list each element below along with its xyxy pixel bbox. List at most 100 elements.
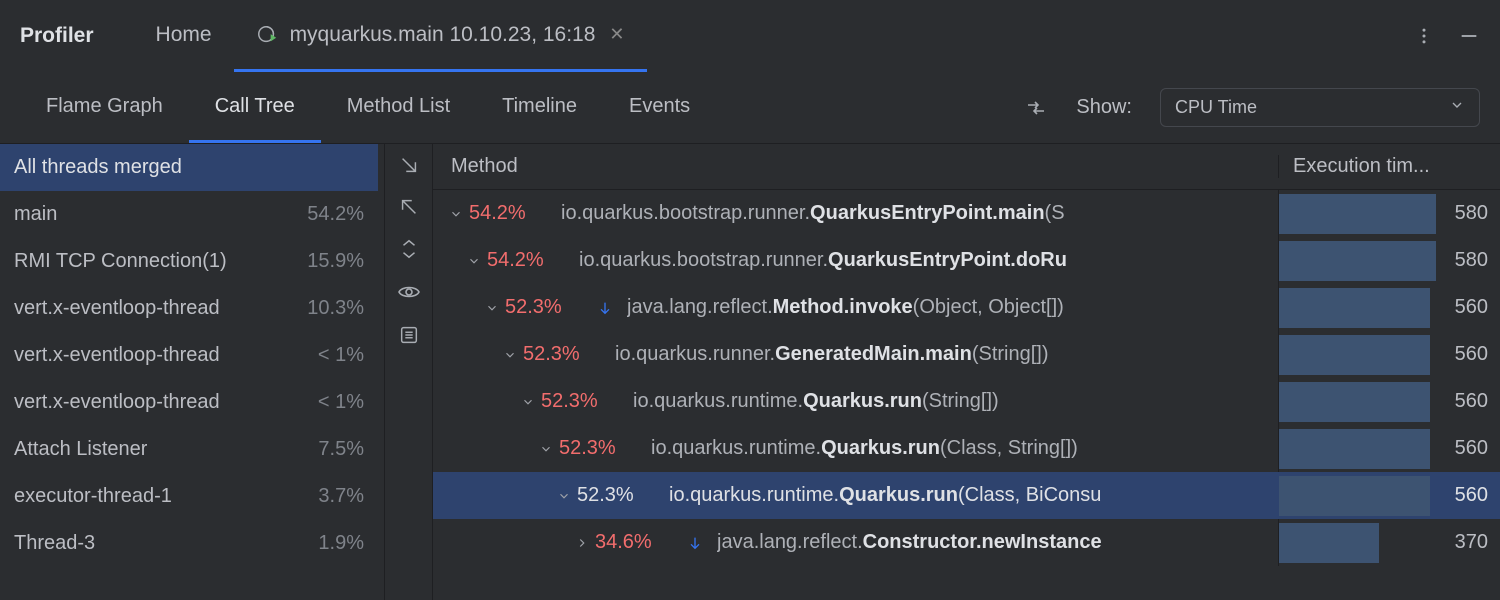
tree-row[interactable]: 54.2% io.quarkus.bootstrap.runner.Quarkus… <box>433 190 1500 237</box>
minimize-icon[interactable] <box>1458 25 1480 47</box>
percentage: 34.6% <box>595 531 673 554</box>
method-signature: io.quarkus.runtime.Quarkus.run(Class, Bi… <box>669 484 1101 507</box>
main-area: All threads merged main54.2% RMI TCP Con… <box>0 144 1500 600</box>
view-tab-flamegraph[interactable]: Flame Graph <box>20 72 189 143</box>
thread-row[interactable]: vert.x-eventloop-thread< 1% <box>0 332 378 379</box>
metric-value: CPU Time <box>1175 97 1257 118</box>
time-cell: 580 <box>1278 190 1500 237</box>
chevron-right-icon[interactable] <box>573 536 591 550</box>
tree-row[interactable]: 52.3% io.quarkus.runtime.Quarkus.run(Clas… <box>433 472 1500 519</box>
method-signature: java.lang.reflect.Method.invoke(Object, … <box>627 296 1064 319</box>
time-value: 580 <box>1436 202 1500 225</box>
metric-select[interactable]: CPU Time <box>1160 88 1480 127</box>
expand-down-icon[interactable] <box>398 154 420 176</box>
tree-row[interactable]: 34.6% java.lang.reflect.Constructor.newIn… <box>433 519 1500 566</box>
tab-home[interactable]: Home <box>134 0 234 72</box>
time-value: 370 <box>1436 531 1500 554</box>
percentage: 52.3% <box>577 484 655 507</box>
method-signature: io.quarkus.bootstrap.runner.QuarkusEntry… <box>561 202 1065 225</box>
view-tab-methodlist[interactable]: Method List <box>321 72 476 143</box>
thread-row[interactable]: vert.x-eventloop-thread< 1% <box>0 379 378 426</box>
tab-label: Home <box>156 23 212 47</box>
tree-row[interactable]: 52.3% io.quarkus.runtime.Quarkus.run(Stri… <box>433 378 1500 425</box>
tab-session[interactable]: myquarkus.main 10.10.23, 16:18 ✕ <box>234 0 647 72</box>
tree-row[interactable]: 52.3% io.quarkus.runner.GeneratedMain.mai… <box>433 331 1500 378</box>
view-tab-calltree[interactable]: Call Tree <box>189 72 321 143</box>
run-icon <box>256 24 278 46</box>
tree-row[interactable]: 52.3% io.quarkus.runtime.Quarkus.run(Clas… <box>433 425 1500 472</box>
tree-body: 54.2% io.quarkus.bootstrap.runner.Quarkus… <box>433 190 1500 600</box>
chevron-down-icon[interactable] <box>483 301 501 315</box>
time-bar <box>1279 241 1436 281</box>
time-bar <box>1279 288 1430 328</box>
tree-row[interactable]: 54.2% io.quarkus.bootstrap.runner.Quarkus… <box>433 237 1500 284</box>
list-icon[interactable] <box>398 324 420 346</box>
thread-row[interactable]: Thread-31.9% <box>0 520 378 567</box>
time-cell: 560 <box>1278 472 1500 519</box>
chevron-down-icon[interactable] <box>501 348 519 362</box>
thread-row-all[interactable]: All threads merged <box>0 144 378 191</box>
tab-label: myquarkus.main 10.10.23, 16:18 <box>290 23 596 47</box>
time-bar <box>1279 523 1379 563</box>
col-execution-time[interactable]: Execution tim... <box>1278 155 1500 178</box>
view-tab-timeline[interactable]: Timeline <box>476 72 603 143</box>
close-icon[interactable]: ✕ <box>609 24 624 45</box>
title-bar: Profiler Home myquarkus.main 10.10.23, 1… <box>0 0 1500 72</box>
time-bar <box>1279 194 1436 234</box>
more-icon[interactable] <box>1414 26 1434 46</box>
method-signature: java.lang.reflect.Constructor.newInstanc… <box>717 531 1102 554</box>
chevron-down-icon[interactable] <box>537 442 555 456</box>
show-label: Show: <box>1076 96 1132 119</box>
collapse-up-icon[interactable] <box>398 196 420 218</box>
percentage: 54.2% <box>487 249 565 272</box>
time-value: 560 <box>1436 343 1500 366</box>
thread-row[interactable]: main54.2% <box>0 191 378 238</box>
percentage: 52.3% <box>523 343 601 366</box>
view-toolbar: Flame Graph Call Tree Method List Timeli… <box>0 72 1500 144</box>
method-signature: io.quarkus.runtime.Quarkus.run(String[]) <box>633 390 999 413</box>
chevron-down-icon[interactable] <box>519 395 537 409</box>
thread-row[interactable]: RMI TCP Connection(1)15.9% <box>0 238 378 285</box>
tool-title: Profiler <box>20 24 94 48</box>
chevron-down-icon <box>1449 97 1465 118</box>
view-tabs: Flame Graph Call Tree Method List Timeli… <box>20 72 716 143</box>
percentage: 54.2% <box>469 202 547 225</box>
time-bar <box>1279 429 1430 469</box>
time-value: 560 <box>1436 296 1500 319</box>
time-bar <box>1279 335 1430 375</box>
time-cell: 560 <box>1278 378 1500 425</box>
recursive-icon <box>597 300 613 316</box>
time-cell: 580 <box>1278 237 1500 284</box>
eye-icon[interactable] <box>397 280 421 304</box>
tree-row[interactable]: 52.3% java.lang.reflect.Method.invoke(Obj… <box>433 284 1500 331</box>
view-tab-events[interactable]: Events <box>603 72 716 143</box>
session-tabs: Home myquarkus.main 10.10.23, 16:18 ✕ <box>134 0 647 72</box>
chevron-down-icon[interactable] <box>555 489 573 503</box>
thread-row[interactable]: vert.x-eventloop-thread10.3% <box>0 285 378 332</box>
swap-icon[interactable] <box>1024 96 1048 120</box>
time-cell: 560 <box>1278 425 1500 472</box>
time-cell: 560 <box>1278 331 1500 378</box>
time-value: 560 <box>1436 437 1500 460</box>
percentage: 52.3% <box>541 390 619 413</box>
thread-row[interactable]: executor-thread-13.7% <box>0 473 378 520</box>
percentage: 52.3% <box>559 437 637 460</box>
time-cell: 560 <box>1278 284 1500 331</box>
call-tree-panel: Method Execution tim... 54.2% io.quarkus.… <box>433 144 1500 600</box>
time-value: 560 <box>1436 484 1500 507</box>
thread-row[interactable]: Attach Listener7.5% <box>0 426 378 473</box>
tree-header: Method Execution tim... <box>433 144 1500 190</box>
tree-toolbar <box>385 144 433 600</box>
method-signature: io.quarkus.runner.GeneratedMain.main(Str… <box>615 343 1049 366</box>
time-value: 580 <box>1436 249 1500 272</box>
col-method[interactable]: Method <box>433 155 1278 178</box>
time-bar <box>1279 476 1430 516</box>
method-signature: io.quarkus.runtime.Quarkus.run(Class, St… <box>651 437 1078 460</box>
method-signature: io.quarkus.bootstrap.runner.QuarkusEntry… <box>579 249 1067 272</box>
chevron-down-icon[interactable] <box>447 207 465 221</box>
collapse-all-icon[interactable] <box>398 238 420 260</box>
chevron-down-icon[interactable] <box>465 254 483 268</box>
time-value: 560 <box>1436 390 1500 413</box>
percentage: 52.3% <box>505 296 583 319</box>
time-bar <box>1279 382 1430 422</box>
